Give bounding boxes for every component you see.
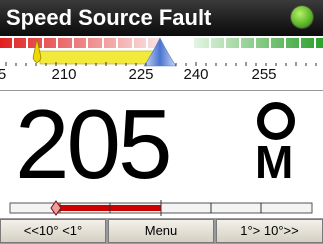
scale-tick-label: 255 bbox=[251, 66, 277, 83]
starboard-sector-bar bbox=[194, 38, 323, 48]
heading-error-bar bbox=[0, 195, 323, 218]
track-band bbox=[39, 50, 165, 65]
heading-value: 205 bbox=[15, 89, 173, 199]
softkey-bar: <<10° <1° Menu 1°> 10°>> bbox=[0, 218, 323, 244]
heading-readout: 205 M bbox=[0, 89, 323, 199]
heading-error-graphic bbox=[9, 200, 313, 216]
port-adjust-button[interactable]: <<10° <1° bbox=[0, 219, 106, 243]
starboard-adjust-button[interactable]: 1°> 10°>> bbox=[216, 219, 323, 243]
status-led-icon bbox=[291, 6, 313, 28]
page-title: Speed Source Fault bbox=[6, 5, 212, 30]
scale-tick-label: 240 bbox=[183, 66, 209, 83]
port-sector-bar bbox=[0, 38, 160, 48]
menu-button[interactable]: Menu bbox=[108, 219, 214, 243]
scale-tick-label: 210 bbox=[51, 66, 77, 83]
heading-scale-tape: 5 210 225 240 255 bbox=[0, 36, 323, 91]
title-bar: Speed Source Fault bbox=[0, 0, 323, 36]
scale-tick-label: 5 bbox=[0, 66, 6, 84]
autopilot-screen: Speed Source Fault 210 225 240 255 205 M… bbox=[0, 0, 323, 244]
scale-tick-label: 225 bbox=[128, 66, 154, 83]
heading-reference: M bbox=[255, 136, 294, 188]
degree-icon bbox=[257, 102, 295, 140]
